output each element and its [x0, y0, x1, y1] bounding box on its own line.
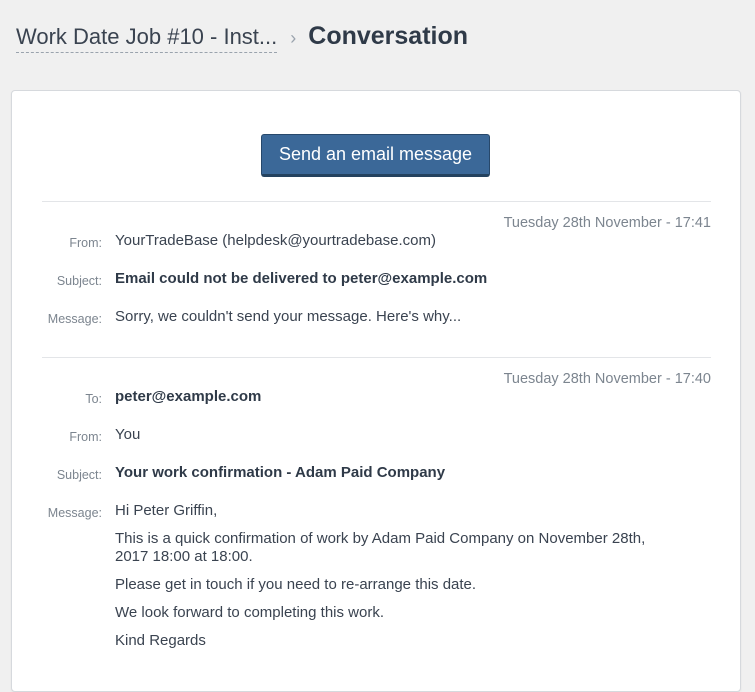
- message-divider: [42, 357, 711, 358]
- message-line: Please get in touch if you need to re-ar…: [115, 576, 477, 593]
- from-value: YourTradeBase (helpdesk@yourtradebase.co…: [115, 232, 436, 249]
- message-timestamp: Tuesday 28th November - 17:41: [503, 215, 711, 231]
- from-label: From:: [69, 236, 102, 250]
- from-label: From:: [69, 430, 102, 444]
- conversation-panel: Send an email message Tuesday 28th Novem…: [11, 90, 741, 692]
- breadcrumb: Work Date Job #10 - Inst... › Conversati…: [16, 22, 468, 56]
- subject-value: Email could not be delivered to peter@ex…: [115, 270, 488, 287]
- subject-value: Your work confirmation - Adam Paid Compa…: [115, 464, 446, 481]
- message-body: Hi Peter Griffin, This is a quick confir…: [115, 502, 655, 660]
- breadcrumb-parent-link[interactable]: Work Date Job #10 - Inst...: [16, 24, 278, 53]
- subject-label: Subject:: [56, 468, 102, 482]
- page-title: Conversation: [308, 22, 469, 50]
- message-timestamp: Tuesday 28th November - 17:40: [503, 371, 711, 387]
- message-value: Sorry, we couldn't send your message. He…: [115, 308, 462, 325]
- subject-label: Subject:: [56, 274, 102, 288]
- message-line: Hi Peter Griffin,: [115, 502, 218, 519]
- message-label: Message:: [47, 506, 102, 520]
- message-label: Message:: [47, 312, 102, 326]
- chevron-right-icon: ›: [290, 28, 297, 48]
- message-line: We look forward to completing this work.: [115, 604, 384, 621]
- send-email-button[interactable]: Send an email message: [261, 134, 490, 177]
- to-value: peter@example.com: [115, 388, 262, 405]
- message-line: This is a quick confirmation of work by …: [115, 530, 646, 565]
- to-label: To:: [85, 392, 102, 406]
- message-line: Kind Regards: [115, 632, 206, 649]
- message-divider: [42, 201, 711, 202]
- from-value: You: [115, 426, 141, 443]
